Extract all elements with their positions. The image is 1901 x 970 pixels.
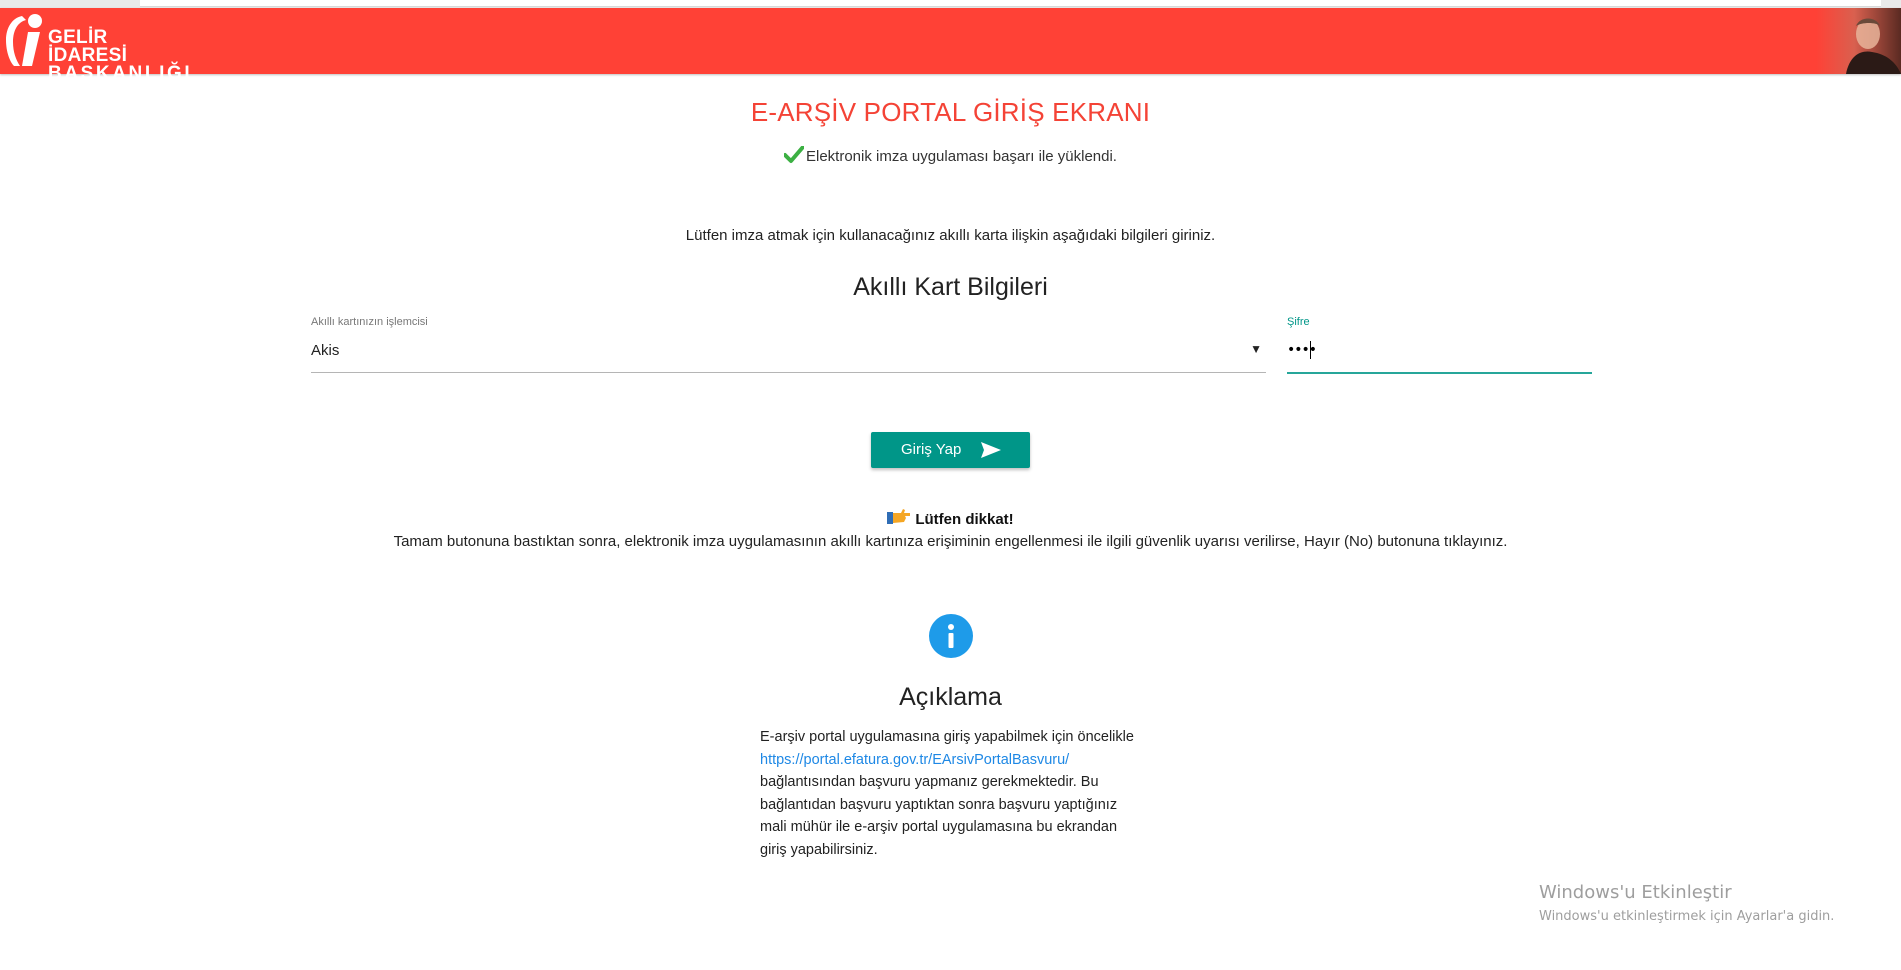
windows-activation-watermark: Windows'u Etkinleştir Windows'u etkinleş… — [1539, 882, 1834, 924]
gib-logo-icon — [6, 14, 42, 66]
attention-heading: Lütfen dikkat! — [0, 508, 1901, 530]
description-text: E-arşiv portal uygulamasına giriş yapabi… — [760, 726, 1140, 861]
section-title-smartcard: Akıllı Kart Bilgileri — [853, 273, 1048, 301]
security-warning-text: Tamam butonuna bastıktan sonra, elektron… — [393, 533, 1508, 550]
header-bar: GELİR İDARESİ BAŞKANLIĞI — [0, 8, 1901, 83]
watermark-line2: Windows'u etkinleştirmek için Ayarlar'a … — [1539, 909, 1835, 924]
processor-select[interactable]: Akis ▼ — [311, 336, 1266, 373]
processor-label: Akıllı kartınızın işlemcisi — [311, 316, 428, 328]
logo-line1: GELİR İDARESİ — [48, 27, 128, 66]
send-icon — [980, 441, 1002, 463]
processor-selected-value: Akis — [311, 342, 340, 359]
attention-title: Lütfen dikkat! — [915, 511, 1014, 528]
login-button-label: Giriş Yap — [901, 441, 962, 458]
watermark-line1: Windows'u Etkinleştir — [1539, 882, 1732, 903]
password-field[interactable] — [1287, 336, 1592, 374]
login-button[interactable]: Giriş Yap — [871, 432, 1030, 468]
ataturk-portrait-image — [1816, 8, 1901, 74]
page-title: E-ARŞİV PORTAL GİRİŞ EKRANI — [750, 97, 1151, 127]
password-label: Şifre — [1287, 316, 1310, 328]
signature-loaded-status: Elektronik imza uygulaması başarı ile yü… — [0, 145, 1901, 168]
instruction-text: Lütfen imza atmak için kullanacağınız ak… — [685, 227, 1216, 244]
gib-logo[interactable]: GELİR İDARESİ BAŞKANLIĞI — [2, 10, 192, 83]
check-icon — [783, 145, 805, 168]
description-title: Açıklama — [899, 683, 1002, 711]
description-text-after: bağlantısından başvuru yapmanız gerekmek… — [760, 774, 1118, 858]
browser-top-strip — [0, 0, 1901, 8]
application-link[interactable]: https://portal.efatura.gov.tr/EArsivPort… — [760, 749, 1140, 772]
text-cursor — [1310, 341, 1311, 359]
info-icon — [928, 613, 974, 659]
description-text-before: E-arşiv portal uygulamasına giriş yapabi… — [760, 729, 1134, 745]
dropdown-caret-icon: ▼ — [1250, 342, 1262, 356]
loaded-message: Elektronik imza uygulaması başarı ile yü… — [806, 148, 1117, 165]
logo-line2: BAŞKANLIĞI — [48, 63, 193, 84]
pointing-hand-icon — [887, 508, 911, 530]
password-input[interactable] — [1287, 338, 1587, 362]
